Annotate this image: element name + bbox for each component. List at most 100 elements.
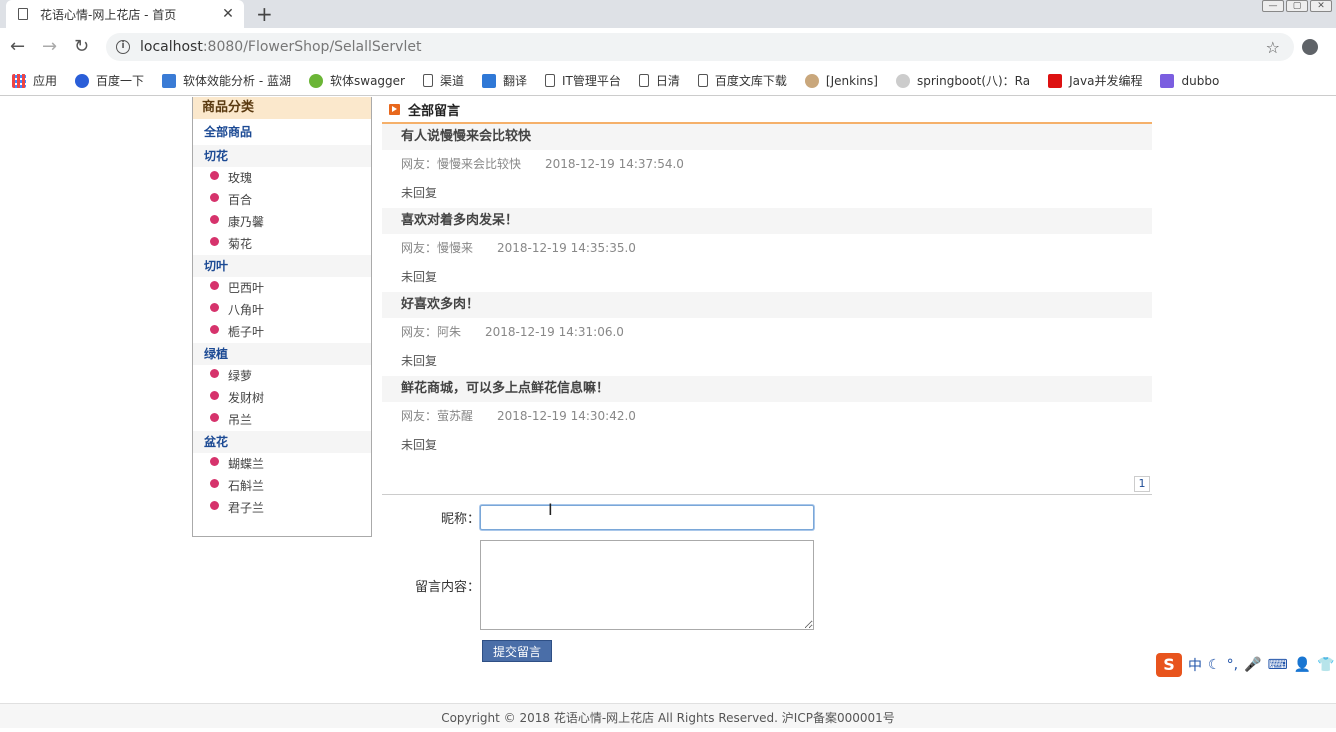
bookmark-lanhu[interactable]: 软体效能分析 - 蓝湖 (162, 72, 291, 89)
sidebar-item[interactable]: 百合 (193, 189, 371, 211)
message-author: 网友：萤苏醒 (401, 409, 474, 423)
bullet-icon (210, 368, 219, 378)
dubbo-icon (1160, 73, 1175, 88)
messages-header: 全部留言 (382, 97, 1152, 124)
sidebar-item[interactable]: 菊花 (193, 233, 371, 255)
forward-icon[interactable]: → (42, 36, 57, 57)
bookmark-java[interactable]: Java并发编程 (1048, 72, 1142, 89)
bookmark-swagger[interactable]: 软体swagger (309, 72, 405, 89)
pagination: 1 (382, 475, 1152, 495)
back-icon[interactable]: ← (10, 36, 25, 57)
sidebar-item[interactable]: 巴西叶 (193, 277, 371, 299)
message-time: 2018-12-19 14:37:54.0 (545, 157, 684, 171)
sidebar-item[interactable]: 绿萝 (193, 365, 371, 387)
bookmark-star-icon[interactable]: ☆ (1266, 38, 1280, 57)
window-controls: — ▢ ✕ (1262, 0, 1332, 12)
message-author: 网友：阿朱 (401, 325, 462, 339)
close-tab-icon[interactable]: ✕ (218, 6, 238, 22)
sidebar-item[interactable]: 蝴蝶兰 (193, 453, 371, 475)
baidu-icon (75, 73, 90, 88)
sidebar-item[interactable]: 康乃馨 (193, 211, 371, 233)
reload-icon[interactable]: ↻ (74, 36, 89, 57)
sidebar-item[interactable]: 玫瑰 (193, 167, 371, 189)
message-author: 网友：慢慢来会比较快 (401, 157, 522, 171)
microphone-icon[interactable]: 🎤 (1244, 657, 1261, 673)
nickname-input[interactable] (480, 505, 814, 530)
sidebar-item[interactable]: 发财树 (193, 387, 371, 409)
page-link[interactable]: 1 (1134, 476, 1150, 492)
punctuation-icon[interactable]: °, (1227, 657, 1238, 673)
bookmark-springboot[interactable]: springboot(八)：Ra (895, 72, 1030, 89)
bookmark-jenkins[interactable]: [Jenkins] (804, 73, 878, 88)
sidebar-category[interactable]: 切花 (193, 145, 371, 167)
message-subject: 鲜花商城，可以多上点鲜花信息嘛！ (382, 376, 1152, 402)
moon-icon[interactable]: ☾ (1208, 657, 1221, 673)
arrow-right-icon (389, 104, 400, 115)
bookmark-dubbo[interactable]: dubbo (1160, 73, 1219, 88)
sidebar-category[interactable]: 绿植 (193, 343, 371, 365)
bullet-icon (210, 324, 219, 334)
sidebar-category[interactable]: 盆花 (193, 431, 371, 453)
minimize-icon[interactable]: — (1262, 0, 1284, 12)
springboot-icon (895, 73, 910, 88)
message-meta: 网友：慢慢来 2018-12-19 14:35:35.0 (382, 234, 1152, 262)
sidebar-title: 商品分类 (193, 97, 371, 119)
message-meta: 网友：慢慢来会比较快 2018-12-19 14:37:54.0 (382, 150, 1152, 178)
new-tab-button[interactable]: + (256, 2, 273, 26)
tab-title: 花语心情-网上花店 - 首页 (40, 7, 177, 22)
bookmark-riqing[interactable]: 日清 (638, 72, 680, 89)
message-time: 2018-12-19 14:30:42.0 (497, 409, 636, 423)
sogou-logo-icon[interactable]: S (1156, 653, 1182, 677)
info-icon[interactable]: i (116, 40, 130, 54)
ime-language[interactable]: 中 (1188, 655, 1202, 675)
skin-icon[interactable]: 👕 (1317, 657, 1334, 673)
bookmark-apps[interactable]: 应用 (12, 72, 57, 89)
bullet-icon (210, 500, 219, 510)
bullet-icon (210, 412, 219, 422)
submit-message-button[interactable]: 提交留言 (482, 640, 552, 662)
sidebar-item[interactable]: 八角叶 (193, 299, 371, 321)
page-icon (18, 8, 28, 20)
bullet-icon (210, 390, 219, 400)
browser-tabbar: 花语心情-网上花店 - 首页 ✕ + — ▢ ✕ (0, 0, 1336, 28)
jenkins-icon (804, 73, 819, 88)
bookmark-baidu[interactable]: 百度一下 (75, 72, 144, 89)
browser-toolbar: ← → ↻ i localhost:8080/FlowerShop/Selall… (0, 28, 1336, 66)
nickname-row: 昵称： (380, 505, 814, 530)
sidebar-all-products[interactable]: 全部商品 (193, 119, 371, 145)
message-subject: 好喜欢多肉！ (382, 292, 1152, 318)
browser-tab[interactable]: 花语心情-网上花店 - 首页 ✕ (6, 0, 244, 28)
message-item: 鲜花商城，可以多上点鲜花信息嘛！ 网友：萤苏醒 2018-12-19 14:30:… (382, 376, 1152, 460)
profile-avatar-icon[interactable] (1302, 39, 1318, 55)
sidebar-item[interactable]: 吊兰 (193, 409, 371, 431)
translate-icon (482, 73, 496, 88)
maximize-icon[interactable]: ▢ (1286, 0, 1308, 12)
text-cursor-icon: I (548, 500, 553, 519)
page-title: 全部留言 (408, 104, 461, 119)
message-time: 2018-12-19 14:31:06.0 (485, 325, 624, 339)
keyboard-icon[interactable]: ⌨ (1267, 657, 1287, 673)
close-window-icon[interactable]: ✕ (1310, 0, 1332, 12)
url-text[interactable]: localhost:8080/FlowerShop/SelallServlet (140, 39, 1266, 55)
message-subject: 喜欢对着多肉发呆！ (382, 208, 1152, 234)
content-textarea[interactable] (480, 540, 814, 630)
sidebar-item[interactable]: 君子兰 (193, 497, 371, 519)
bookmark-translate[interactable]: 翻译 (482, 72, 527, 89)
ime-toolbar: S 中 ☾ °, 🎤 ⌨ 👤 👕 (1156, 652, 1336, 678)
message-reply-status: 未回复 (401, 186, 438, 200)
bookmark-wenku[interactable]: 百度文库下载 (697, 72, 787, 89)
sidebar-item[interactable]: 石斛兰 (193, 475, 371, 497)
message-meta: 网友：萤苏醒 2018-12-19 14:30:42.0 (382, 402, 1152, 430)
page-icon (545, 74, 556, 87)
bookmark-it-platform[interactable]: IT管理平台 (545, 72, 621, 89)
bullet-icon (210, 478, 219, 488)
bullet-icon (210, 170, 219, 180)
nickname-label: 昵称： (440, 512, 480, 527)
csdn-icon (1048, 73, 1063, 88)
sidebar-category[interactable]: 切叶 (193, 255, 371, 277)
swagger-icon (309, 73, 323, 88)
sidebar-item[interactable]: 栀子叶 (193, 321, 371, 343)
address-bar[interactable]: i localhost:8080/FlowerShop/SelallServle… (106, 33, 1294, 61)
bookmark-channel[interactable]: 渠道 (422, 72, 464, 89)
user-icon[interactable]: 👤 (1294, 657, 1311, 673)
